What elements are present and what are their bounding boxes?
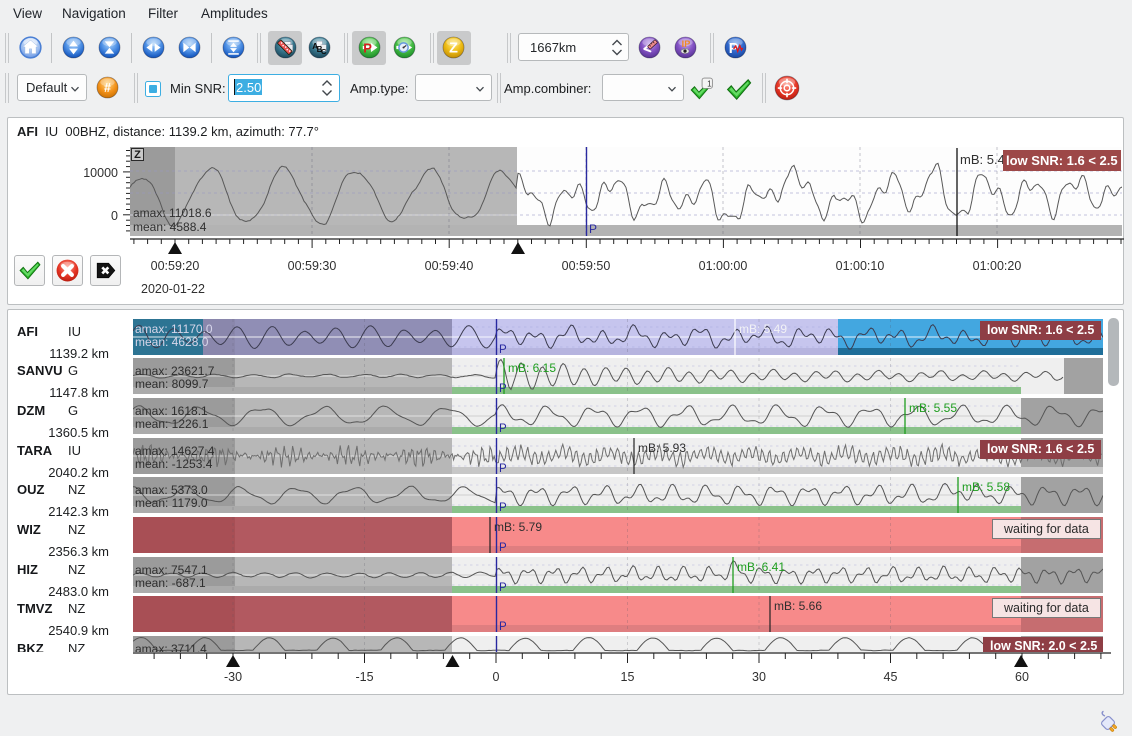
svg-text:P: P — [499, 621, 507, 632]
svg-text:P: P — [589, 222, 597, 236]
svg-text:P: P — [363, 41, 372, 56]
svg-text:#: # — [104, 81, 111, 95]
svg-text:C: C — [321, 47, 327, 56]
svg-text:1: 1 — [707, 79, 712, 88]
svg-text:P: P — [499, 463, 507, 474]
svg-text:P: P — [499, 502, 507, 513]
svg-text:Z: Z — [449, 40, 458, 56]
svg-text:P: P — [499, 423, 507, 434]
svg-text:P: P — [499, 383, 507, 394]
svg-text:P: P — [499, 542, 507, 553]
svg-text:IP: IP — [682, 39, 691, 49]
svg-text:P: P — [499, 344, 507, 355]
svg-text:P: P — [499, 582, 507, 593]
